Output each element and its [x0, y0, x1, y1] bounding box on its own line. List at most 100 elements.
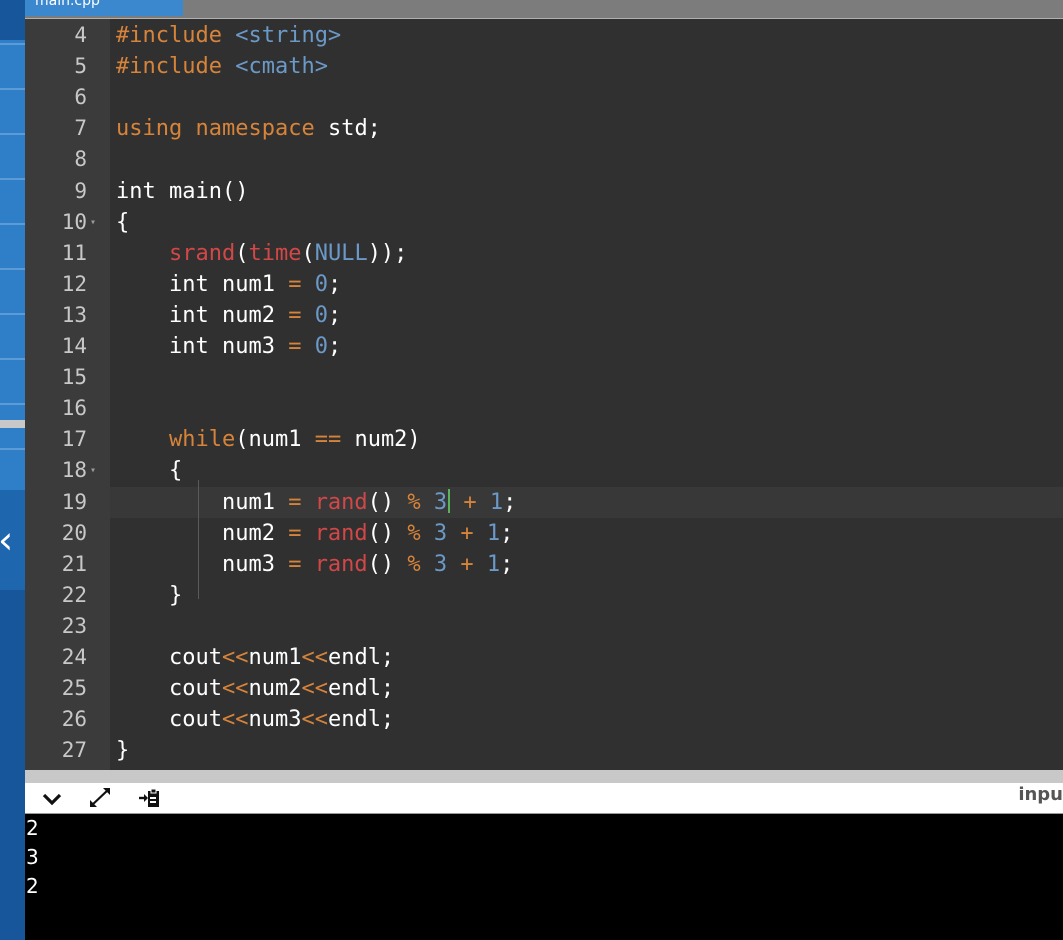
code-token: %: [407, 489, 421, 515]
code-token: 1: [486, 551, 501, 577]
code-token: cout: [116, 645, 222, 670]
code-line[interactable]: int main(): [116, 176, 1063, 207]
line-number: 16: [61, 396, 87, 421]
code-token: {: [116, 458, 183, 484]
code-line[interactable]: num3 = rand() % 3 + 1;: [116, 549, 1063, 580]
line-number: 17: [61, 427, 87, 452]
code-token: ;: [503, 489, 517, 515]
code-token: ;: [327, 302, 342, 328]
code-token: +: [460, 520, 474, 546]
code-token: =: [288, 489, 302, 515]
code-token: int num3: [116, 334, 289, 359]
code-token: (: [235, 240, 249, 266]
code-token: num3: [116, 551, 289, 577]
line-number: 25: [61, 676, 87, 701]
tab-main-cpp[interactable]: main.cpp: [25, 0, 183, 16]
line-number: 6: [74, 85, 87, 110]
code-line[interactable]: {: [116, 455, 1063, 486]
line-number: 9: [74, 178, 87, 203]
line-number: 11: [61, 240, 87, 265]
line-number: 15: [61, 365, 87, 390]
clipboard-paste-icon[interactable]: [137, 786, 163, 810]
code-token: NULL: [314, 240, 368, 266]
code-token: time: [248, 240, 302, 266]
code-line[interactable]: srand(time(NULL));: [116, 238, 1063, 269]
code-token: #include: [116, 23, 222, 48]
code-token: {: [116, 209, 130, 235]
code-line[interactable]: num2 = rand() % 3 + 1;: [116, 518, 1063, 549]
code-line[interactable]: [116, 82, 1063, 113]
left-sidebar: [0, 0, 25, 940]
code-token: <<: [221, 707, 249, 733]
chevron-down-icon[interactable]: [39, 786, 65, 810]
code-line[interactable]: int num3 = 0;: [116, 331, 1063, 362]
fold-toggle-icon[interactable]: ▾: [90, 455, 96, 486]
code-area[interactable]: #include <string> #include <cmath> using n…: [110, 19, 1063, 770]
code-token: cout: [116, 676, 222, 702]
sidebar-dark-band: [0, 590, 25, 940]
code-token: +: [460, 551, 474, 577]
code-token: num3: [248, 707, 302, 733]
line-number: 13: [61, 302, 87, 327]
code-line[interactable]: [116, 611, 1063, 642]
line-number: 26: [61, 707, 87, 732]
code-token: <<: [301, 707, 328, 733]
code-line[interactable]: {: [116, 207, 1063, 238]
code-token: }: [116, 582, 183, 608]
code-line[interactable]: #include <cmath>: [116, 51, 1063, 82]
line-number: 14: [61, 334, 87, 358]
code-token: <<: [301, 676, 328, 702]
code-editor[interactable]: 4 5 6 7 8 9 10 ▾ 11 12 13 14 15 16 17 18 ▾ 19 20 21 22 23 24 25…: [25, 19, 1063, 770]
line-number: 7: [74, 116, 87, 141]
code-line[interactable]: num1 = rand() % 3 + 1;: [116, 487, 1063, 518]
console-toolbar: inpu: [25, 783, 1063, 814]
line-number: 4: [74, 23, 87, 47]
code-line[interactable]: int num1 = 0;: [116, 269, 1063, 300]
code-token: (num1: [235, 427, 315, 453]
indent-guide: [198, 480, 199, 599]
code-token: <<: [301, 645, 328, 670]
code-line[interactable]: cout<<num3<<endl;: [116, 704, 1063, 735]
code-line[interactable]: cout<<num2<<endl;: [116, 673, 1063, 704]
code-token: ;: [500, 520, 514, 546]
code-token: =: [288, 551, 302, 577]
code-token: ));: [367, 240, 408, 266]
code-token: }: [116, 738, 130, 764]
line-number: 22: [61, 582, 87, 607]
code-token: endl;: [327, 645, 395, 670]
expand-arrows-icon[interactable]: [87, 786, 113, 810]
code-token: ==: [314, 427, 342, 453]
code-token: =: [288, 520, 302, 546]
code-token: ;: [327, 334, 342, 359]
code-token: =: [288, 302, 302, 328]
fold-toggle-icon[interactable]: ▾: [90, 207, 96, 238]
code-token: 3: [433, 551, 448, 577]
code-token: +: [463, 489, 477, 515]
code-line[interactable]: int num2 = 0;: [116, 300, 1063, 331]
code-token: num1: [116, 489, 289, 515]
line-number-gutter: 4 5 6 7 8 9 10 ▾ 11 12 13 14 15 16 17 18 ▾ 19 20 21 22 23 24 25…: [25, 19, 110, 770]
code-line[interactable]: [116, 362, 1063, 393]
code-line[interactable]: cout<<num1<<endl;: [116, 642, 1063, 673]
code-line[interactable]: using namespace std;: [116, 113, 1063, 144]
input-tab-label[interactable]: inpu: [1018, 783, 1063, 813]
code-line[interactable]: #include <string>: [116, 20, 1063, 51]
code-line[interactable]: }: [116, 735, 1063, 766]
horizontal-scrollbar[interactable]: [25, 770, 1063, 783]
code-line[interactable]: [116, 144, 1063, 175]
code-line[interactable]: while(num1 == num2): [116, 424, 1063, 455]
code-line[interactable]: }: [116, 580, 1063, 611]
code-token: srand: [168, 240, 236, 266]
code-token: while: [168, 427, 236, 453]
code-line[interactable]: [116, 393, 1063, 424]
line-number: 24: [61, 645, 87, 669]
code-token: (): [367, 551, 408, 577]
sidebar-collapse-icon[interactable]: ‹: [0, 490, 25, 590]
code-token: 0: [314, 271, 328, 297]
